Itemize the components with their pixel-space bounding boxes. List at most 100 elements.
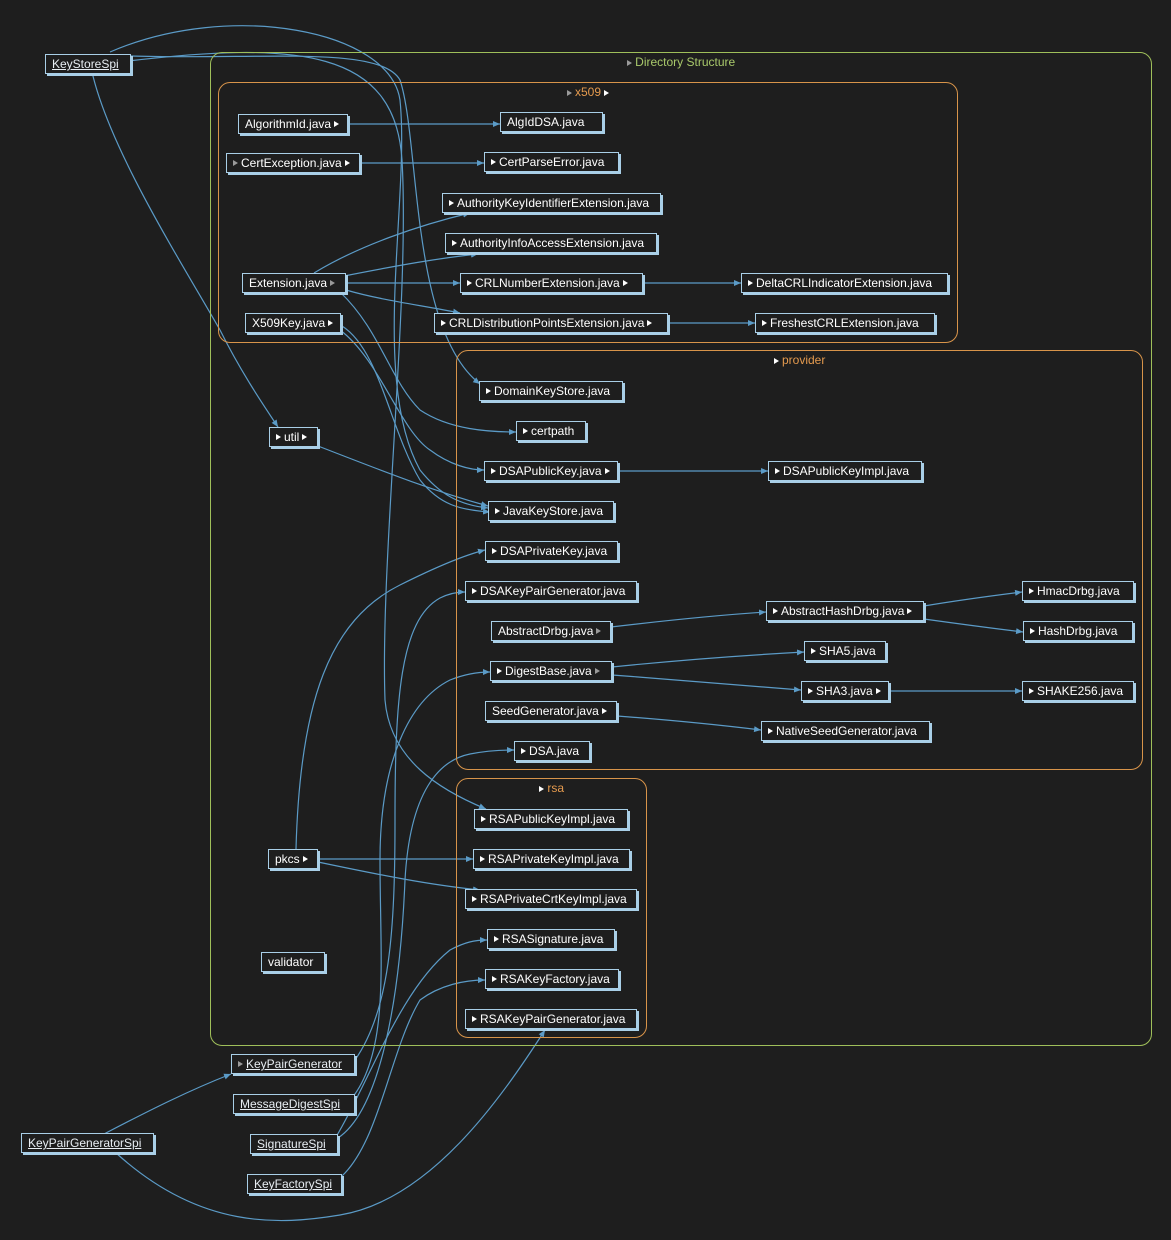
- node-dsa[interactable]: DSA.java: [514, 741, 590, 761]
- node-pkcs[interactable]: pkcs: [268, 849, 318, 869]
- node-shake256[interactable]: SHAKE256.java: [1022, 681, 1134, 701]
- node-hmacdrbg[interactable]: HmacDrbg.java: [1022, 581, 1134, 601]
- edge-keypairgeneratorspi-keypairgenerator: [103, 1073, 232, 1135]
- node-authorityinfo[interactable]: AuthorityInfoAccessExtension.java: [445, 233, 657, 253]
- node-extension[interactable]: Extension.java: [242, 273, 346, 293]
- node-hashdrbg[interactable]: HashDrbg.java: [1023, 621, 1133, 641]
- expand-triangle-icon: [748, 280, 753, 286]
- expand-triangle-icon: [773, 608, 778, 614]
- group-title-rsa: rsa: [547, 781, 564, 795]
- expand-triangle-icon: [492, 976, 497, 982]
- expand-triangle-icon: [449, 200, 454, 206]
- expand-triangle-icon: [467, 280, 472, 286]
- expand-triangle-icon: [344, 160, 350, 166]
- expand-triangle-icon: [811, 648, 816, 654]
- node-signaturespi[interactable]: SignatureSpi: [250, 1134, 338, 1154]
- node-sha3[interactable]: SHA3.java: [801, 681, 889, 701]
- expand-triangle-icon[interactable]: [538, 786, 544, 792]
- expand-triangle-icon: [497, 668, 502, 674]
- expand-triangle-icon: [472, 588, 477, 594]
- group-title-directory-structure: Directory Structure: [635, 55, 736, 69]
- node-dsakeypairgen[interactable]: DSAKeyPairGenerator.java: [465, 581, 637, 601]
- expand-triangle-icon: [647, 320, 653, 326]
- node-rsasignature[interactable]: RSASignature.java: [487, 929, 615, 949]
- node-dsaprivatekey[interactable]: DSAPrivateKey.java: [485, 541, 618, 561]
- expand-triangle-icon: [491, 468, 496, 474]
- node-algiddsa[interactable]: AlgIdDSA.java: [500, 112, 603, 132]
- node-rsakeypairgen[interactable]: RSAKeyPairGenerator.java: [465, 1009, 637, 1029]
- expand-triangle-icon: [596, 628, 602, 634]
- expand-triangle-icon[interactable]: [773, 358, 779, 364]
- group-title-x509: x509: [574, 85, 602, 99]
- expand-triangle-icon: [601, 708, 607, 714]
- expand-triangle-icon: [472, 896, 477, 902]
- node-sha5[interactable]: SHA5.java: [804, 641, 886, 661]
- expand-triangle-icon: [492, 548, 497, 554]
- node-algorithmid[interactable]: AlgorithmId.java: [238, 114, 348, 134]
- expand-triangle-icon: [334, 121, 340, 127]
- node-crldist[interactable]: CRLDistributionPointsExtension.java: [434, 313, 668, 333]
- node-crlnumber[interactable]: CRLNumberExtension.java: [460, 273, 643, 293]
- node-abstractdrbg[interactable]: AbstractDrbg.java: [491, 621, 611, 641]
- expand-triangle-icon: [762, 320, 767, 326]
- node-freshestcrl[interactable]: FreshestCRLExtension.java: [755, 313, 935, 333]
- node-certparseerror[interactable]: CertParseError.java: [484, 152, 619, 172]
- node-keyfactoryspi[interactable]: KeyFactorySpi: [247, 1174, 342, 1194]
- node-keystorespi[interactable]: KeyStoreSpi: [45, 54, 131, 74]
- expand-triangle-icon: [481, 816, 486, 822]
- expand-triangle-icon: [907, 608, 913, 614]
- expand-triangle-icon: [233, 160, 238, 166]
- expand-triangle-icon: [1029, 688, 1034, 694]
- node-abstracthashdrbg[interactable]: AbstractHashDrbg.java: [766, 601, 924, 621]
- collapse-triangle-icon[interactable]: [604, 90, 610, 96]
- expand-triangle-icon: [594, 668, 600, 674]
- expand-triangle-icon: [604, 468, 610, 474]
- node-certpath[interactable]: certpath: [516, 421, 586, 441]
- expand-triangle-icon: [768, 728, 773, 734]
- expand-triangle-icon: [523, 428, 528, 434]
- expand-triangle-icon: [775, 468, 780, 474]
- node-util[interactable]: util: [269, 427, 318, 447]
- expand-triangle-icon: [276, 434, 281, 440]
- group-title-provider: provider: [781, 353, 826, 367]
- node-domainkeystore[interactable]: DomainKeyStore.java: [479, 381, 623, 401]
- expand-triangle-icon: [328, 320, 334, 326]
- node-nativeseedgen[interactable]: NativeSeedGenerator.java: [761, 721, 930, 741]
- expand-triangle-icon: [875, 688, 881, 694]
- expand-triangle-icon: [452, 240, 457, 246]
- expand-triangle-icon: [238, 1061, 243, 1067]
- expand-triangle-icon: [495, 508, 500, 514]
- node-seedgenerator[interactable]: SeedGenerator.java: [485, 701, 617, 721]
- node-rsaprivatecrt[interactable]: RSAPrivateCrtKeyImpl.java: [465, 889, 637, 909]
- expand-triangle-icon: [622, 280, 628, 286]
- node-dsapublickeyimpl[interactable]: DSAPublicKeyImpl.java: [768, 461, 922, 481]
- node-rsakeyfactory[interactable]: RSAKeyFactory.java: [485, 969, 619, 989]
- expand-triangle-icon: [1029, 588, 1034, 594]
- node-digestbase[interactable]: DigestBase.java: [490, 661, 612, 681]
- expand-triangle-icon[interactable]: [626, 60, 632, 66]
- expand-triangle-icon: [521, 748, 526, 754]
- node-dsapublickey[interactable]: DSAPublicKey.java: [484, 461, 618, 481]
- node-keypairgenerator[interactable]: KeyPairGenerator: [231, 1054, 355, 1074]
- expand-triangle-icon: [441, 320, 446, 326]
- expand-triangle-icon: [302, 434, 308, 440]
- node-authoritykeyid[interactable]: AuthorityKeyIdentifierExtension.java: [442, 193, 661, 213]
- expand-triangle-icon: [472, 1016, 477, 1022]
- node-keypairgeneratorspi[interactable]: KeyPairGeneratorSpi: [21, 1133, 154, 1153]
- expand-triangle-icon: [480, 856, 485, 862]
- expand-triangle-icon[interactable]: [566, 90, 572, 96]
- node-deltacrl[interactable]: DeltaCRLIndicatorExtension.java: [741, 273, 948, 293]
- expand-triangle-icon: [302, 856, 308, 862]
- node-rsaprivatekeyimpl[interactable]: RSAPrivateKeyImpl.java: [473, 849, 630, 869]
- node-javakeystore[interactable]: JavaKeyStore.java: [488, 501, 614, 521]
- expand-triangle-icon: [1030, 628, 1035, 634]
- expand-triangle-icon: [330, 280, 336, 286]
- expand-triangle-icon: [494, 936, 499, 942]
- node-rsapublickeyimpl[interactable]: RSAPublicKeyImpl.java: [474, 809, 628, 829]
- node-x509key[interactable]: X509Key.java: [245, 313, 341, 333]
- expand-triangle-icon: [808, 688, 813, 694]
- node-validator[interactable]: validator: [261, 952, 325, 972]
- node-messagedigestspi[interactable]: MessageDigestSpi: [233, 1094, 355, 1114]
- expand-triangle-icon: [491, 159, 496, 165]
- node-certexception[interactable]: CertException.java: [226, 153, 360, 173]
